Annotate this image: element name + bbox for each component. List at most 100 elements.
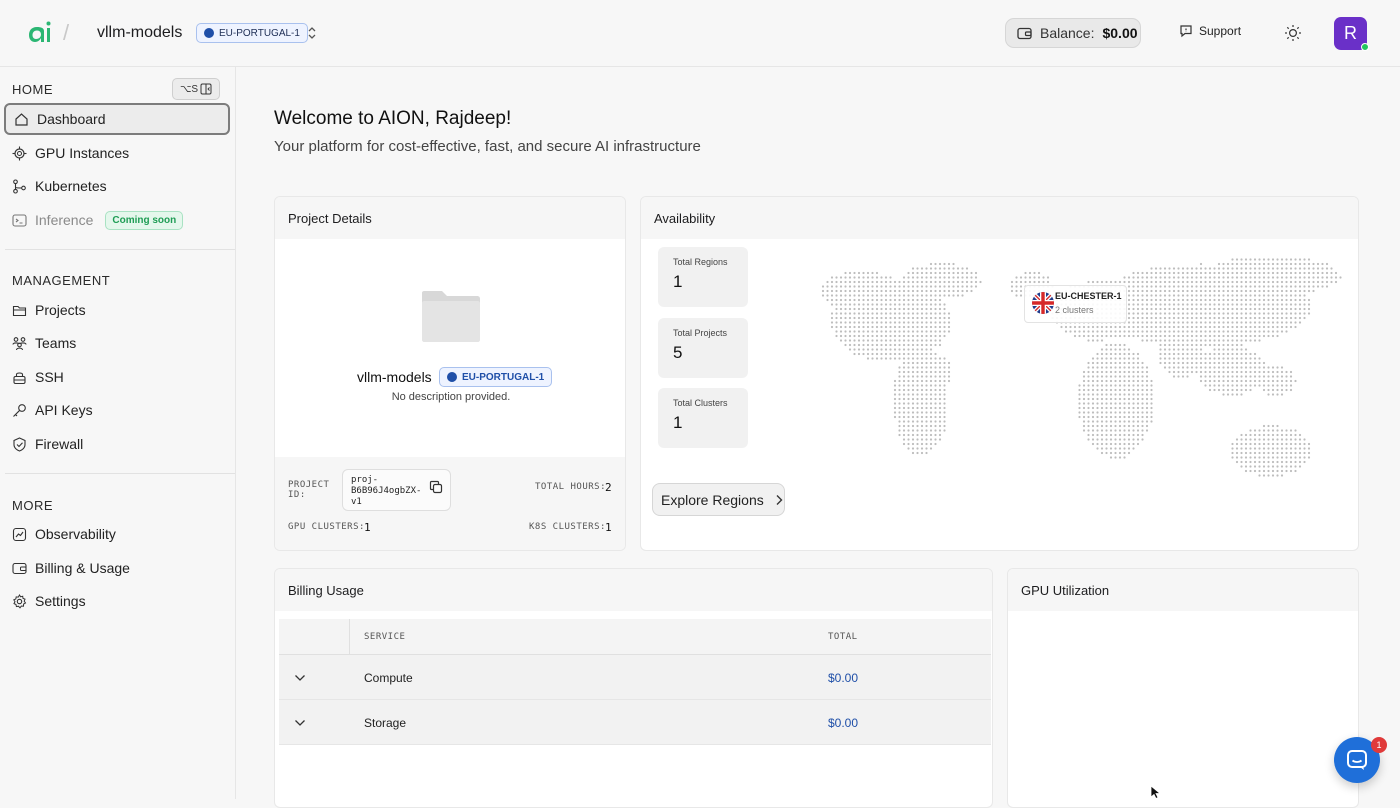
sidebar-item-observability[interactable]: Observability [4, 518, 230, 550]
shield-icon [13, 436, 26, 452]
region-dot-icon [447, 372, 457, 382]
project-name: vllm-models [357, 369, 432, 385]
billing-table: SERVICE TOTAL Compute $0.00 Storage $0.0… [279, 619, 991, 745]
chevron-up-down-icon[interactable] [306, 24, 318, 42]
table-row[interactable]: Compute $0.00 [279, 655, 991, 700]
terminal-icon [12, 213, 27, 227]
sidebar-item-label: Billing & Usage [35, 560, 130, 576]
chevron-down-icon[interactable] [294, 717, 306, 729]
stat-value: 5 [673, 343, 683, 362]
service-name: Storage [364, 716, 407, 730]
k8s-clusters-value: 1 [605, 521, 612, 534]
region-badge[interactable]: EU-PORTUGAL-1 [196, 23, 308, 43]
balance-button[interactable]: Balance: $0.00 [1005, 18, 1141, 48]
project-name[interactable]: vllm-models [97, 24, 182, 42]
sidebar-item-settings[interactable]: Settings [4, 585, 230, 617]
project-id-label: PROJECT [288, 480, 330, 490]
home-icon [15, 112, 28, 126]
region-label: EU-PORTUGAL-1 [219, 27, 300, 39]
sidebar-item-label: Dashboard [37, 111, 106, 127]
explore-regions-label: Explore Regions [661, 491, 764, 508]
chat-notification-badge: 1 [1371, 737, 1387, 753]
section-title-management: MANAGEMENT [12, 273, 111, 288]
sidebar-item-kubernetes[interactable]: Kubernetes [4, 170, 230, 202]
git-branch-icon [13, 178, 26, 194]
card-title: GPU Utilization [1008, 569, 1358, 611]
cluster-name: EU-CHESTER-1 [1055, 291, 1122, 301]
project-id-line: v1 [351, 497, 362, 507]
coming-soon-badge: Coming soon [105, 210, 184, 230]
column-header-service: SERVICE [364, 632, 406, 642]
explore-regions-button[interactable]: Explore Regions [652, 483, 785, 516]
top-bar: / vllm-models EU-PORTUGAL-1 Balance: $0.… [0, 0, 1400, 67]
stat-total-regions: Total Regions 1 [658, 247, 748, 307]
project-details-card: Project Details vllm-models EU-PORTUGAL-… [274, 196, 626, 551]
k8s-clusters-label: K8S CLUSTERS: [529, 522, 606, 532]
sidebar-item-projects[interactable]: Projects [4, 294, 230, 326]
stat-total-clusters: Total Clusters 1 [658, 388, 748, 448]
users-icon [12, 336, 27, 350]
sun-icon[interactable] [1284, 24, 1302, 42]
folder-icon [422, 291, 480, 342]
shortcut-label: ⌥S [179, 83, 199, 95]
page-subtitle: Your platform for cost-effective, fast, … [274, 138, 701, 155]
project-description: No description provided. [391, 391, 511, 403]
sidebar-item-label: Inference [35, 212, 94, 228]
service-name: Compute [364, 671, 413, 685]
aion-logo-icon[interactable] [26, 18, 52, 46]
sidebar-item-label: GPU Instances [35, 145, 130, 161]
availability-card: Availability Total Regions 1 Total Proje… [640, 196, 1359, 551]
sidebar-item-inference: Inference Coming soon [4, 204, 230, 236]
sidebar-item-label: SSH [35, 369, 64, 385]
table-header: SERVICE TOTAL [279, 619, 991, 655]
region-label: EU-PORTUGAL-1 [462, 371, 545, 383]
table-row[interactable]: Storage $0.00 [279, 700, 991, 745]
stat-value: 1 [673, 413, 683, 432]
online-status-dot [1361, 43, 1369, 51]
page-title: Welcome to AION, Rajdeep! [274, 108, 512, 129]
balance-label: Balance: [1040, 25, 1095, 41]
sidebar: HOME ⌥S Dashboard GPU Instances Kubernet… [0, 67, 236, 799]
section-title-more: MORE [12, 498, 53, 513]
balance-value: $0.00 [1102, 25, 1138, 41]
sidebar-item-gpu-instances[interactable]: GPU Instances [4, 137, 230, 169]
card-title: Project Details [275, 197, 625, 239]
copy-icon[interactable] [429, 480, 443, 494]
folder-icon [12, 305, 27, 316]
sidebar-item-dashboard[interactable]: Dashboard [4, 103, 230, 135]
gpu-clusters-label: GPU CLUSTERS: [288, 522, 365, 532]
sidebar-item-billing-usage[interactable]: Billing & Usage [4, 552, 230, 584]
mouse-cursor-icon [1150, 786, 1162, 799]
cluster-count: 2 clusters [1055, 305, 1094, 315]
chart-icon [12, 527, 27, 541]
sidebar-item-firewall[interactable]: Firewall [4, 428, 230, 460]
support-link[interactable]: Support [1179, 24, 1241, 38]
cluster-marker[interactable]: EU-CHESTER-1 2 clusters [1024, 285, 1127, 323]
stat-value: 1 [673, 272, 683, 291]
sidebar-item-label: Settings [35, 593, 86, 609]
card-title: Billing Usage [275, 569, 992, 611]
service-total: $0.00 [828, 716, 859, 730]
sidebar-item-label: Firewall [35, 436, 84, 452]
lock-icon [13, 371, 26, 384]
sidebar-divider [5, 473, 235, 474]
message-icon [1180, 25, 1192, 38]
column-header-total: TOTAL [828, 632, 858, 642]
card-title: Availability [641, 197, 1358, 239]
sidebar-item-ssh[interactable]: SSH [4, 361, 230, 393]
stat-total-projects: Total Projects 5 [658, 318, 748, 378]
total-hours-label: TOTAL HOURS: [535, 482, 607, 492]
chevron-down-icon[interactable] [294, 672, 306, 684]
breadcrumb-separator: / [63, 20, 70, 45]
wallet-icon [1017, 27, 1032, 39]
project-meta: PROJECT ID: proj- B6B96J4ogbZX- v1 TOTAL… [275, 457, 625, 550]
sidebar-item-api-keys[interactable]: API Keys [4, 394, 230, 426]
stat-label: Total Projects [673, 328, 728, 338]
chip-icon [12, 146, 27, 160]
sidebar-item-teams[interactable]: Teams [4, 327, 230, 359]
collapse-sidebar-button[interactable]: ⌥S [172, 78, 220, 100]
region-dot-icon [204, 28, 214, 38]
sidebar-toggle-icon [200, 83, 212, 95]
sidebar-divider [5, 249, 235, 250]
support-label: Support [1199, 24, 1242, 38]
